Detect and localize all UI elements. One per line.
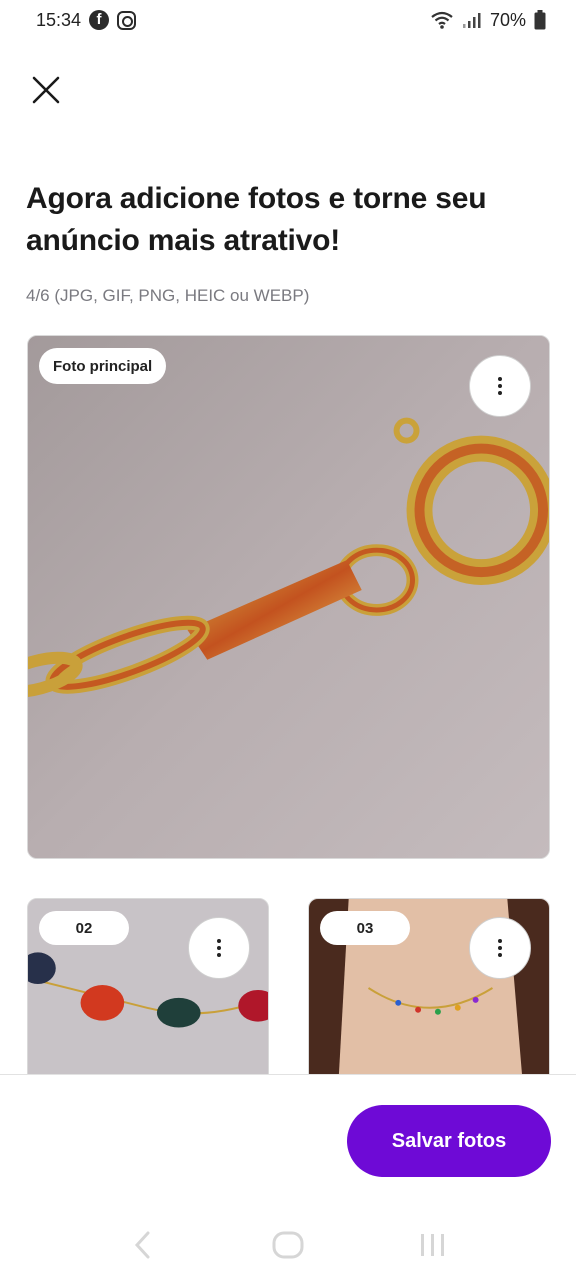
nav-recents-button[interactable]	[403, 1215, 463, 1275]
photo-thumb-02-menu-button[interactable]	[188, 917, 250, 979]
photo-thumb-03-menu-button[interactable]	[469, 917, 531, 979]
recents-icon	[421, 1234, 445, 1256]
nav-home-button[interactable]	[258, 1215, 318, 1275]
battery-percent: 70%	[489, 9, 526, 30]
home-icon	[272, 1231, 304, 1259]
more-vertical-icon	[498, 377, 502, 395]
photo-thumb-03[interactable]: 03	[308, 898, 550, 1078]
system-nav-bar	[0, 1210, 576, 1280]
save-photos-button[interactable]: Salvar fotos	[347, 1105, 551, 1177]
main-photo-image	[28, 336, 549, 858]
more-vertical-icon	[498, 939, 502, 957]
status-time: 15:34	[36, 9, 82, 30]
photo-count-hint: 4/6 (JPG, GIF, PNG, HEIC ou WEBP)	[26, 286, 310, 305]
facebook-icon: f	[89, 10, 110, 30]
page-title: Agora adicione fotos e torne seu anúncio…	[26, 182, 487, 257]
status-right: 70%	[430, 10, 546, 31]
chevron-left-icon	[134, 1231, 150, 1259]
photo-thumb-03-badge: 03	[320, 911, 410, 945]
main-photo-badge: Foto principal	[39, 348, 167, 384]
photo-thumb-02-badge: 02	[39, 911, 129, 945]
main-photo-card[interactable]: Foto principal	[27, 335, 550, 859]
close-button[interactable]	[26, 70, 66, 110]
signal-icon	[462, 11, 482, 29]
more-vertical-icon	[217, 939, 221, 957]
main-photo-menu-button[interactable]	[469, 355, 531, 417]
wifi-icon	[430, 10, 454, 30]
status-left: 15:34 f	[36, 9, 137, 31]
nav-back-button[interactable]	[113, 1215, 173, 1275]
battery-icon	[534, 10, 546, 30]
instagram-icon	[117, 10, 137, 30]
status-bar: 15:34 f 70%	[0, 0, 576, 40]
photo-thumb-02[interactable]: 02	[27, 898, 269, 1078]
close-icon	[32, 76, 60, 104]
